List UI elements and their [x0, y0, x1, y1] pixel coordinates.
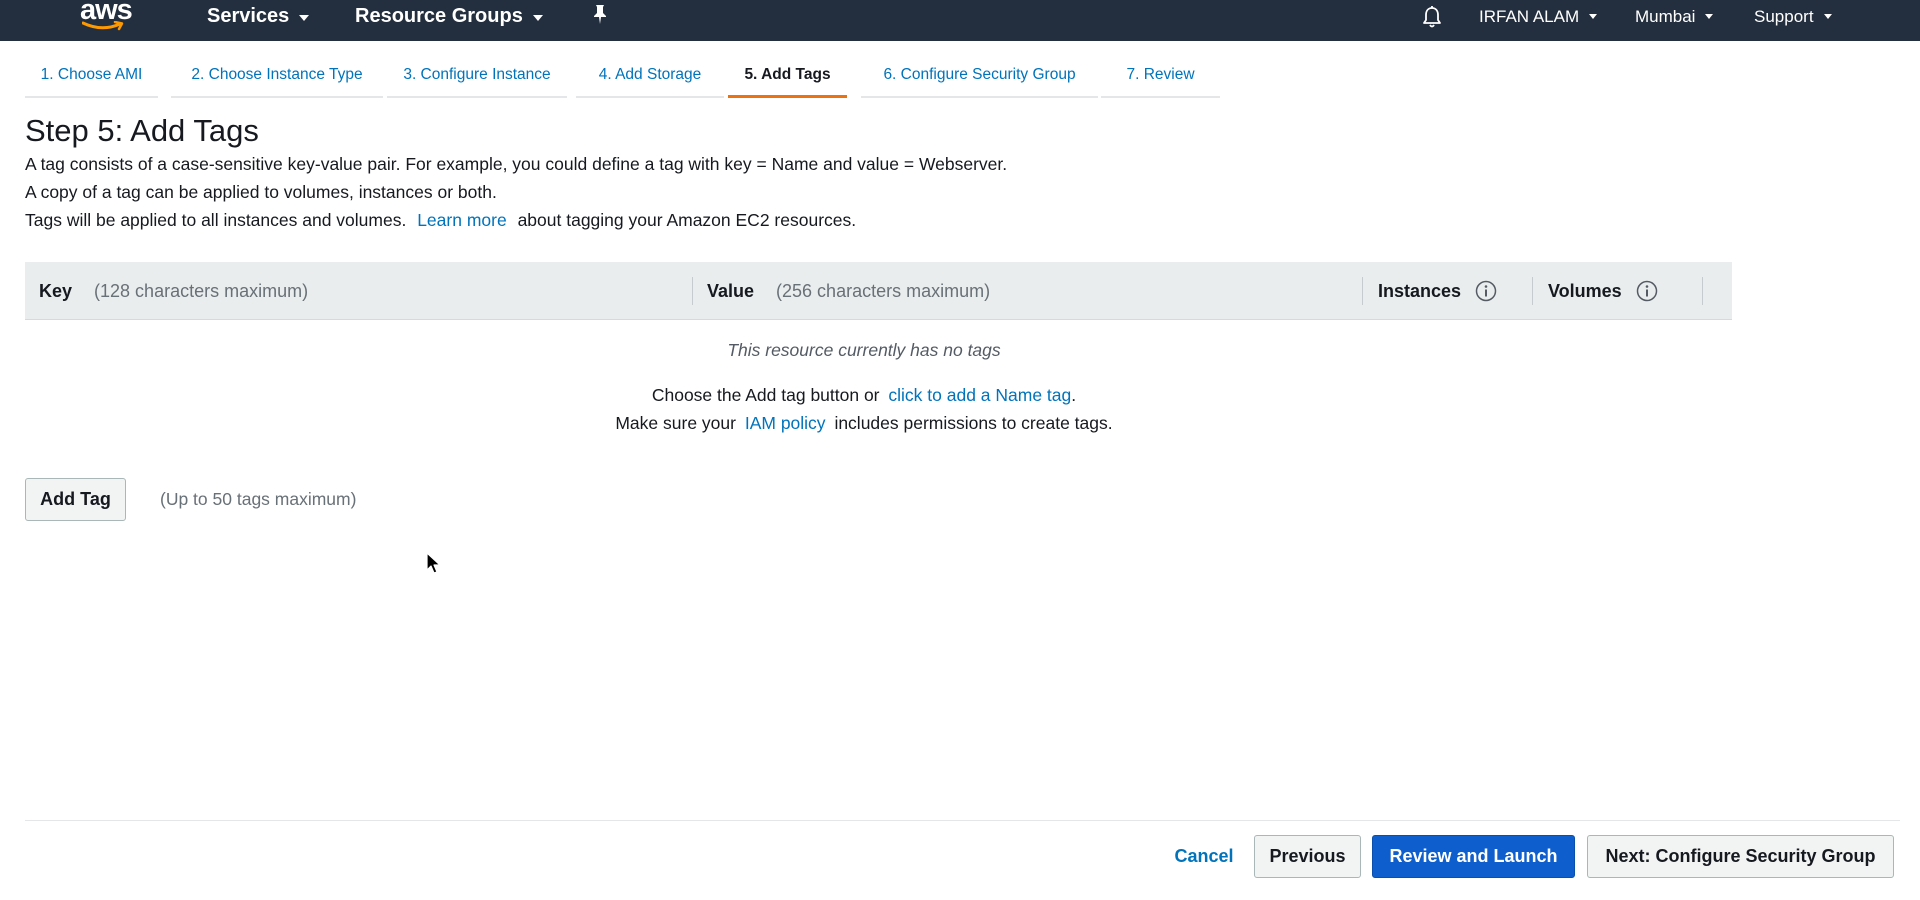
mouse-cursor-icon: [426, 552, 441, 574]
tab-add-storage[interactable]: 4. Add Storage: [576, 60, 724, 98]
iam-hint: Make sure your IAM policy includes permi…: [0, 413, 1728, 434]
chevron-down-icon: [1705, 14, 1714, 19]
chevron-down-icon: [299, 14, 310, 21]
tags-table-header: Key (128 characters maximum) Value (256 …: [25, 262, 1732, 320]
column-divider: [1532, 277, 1533, 305]
smile-arrow-icon: [82, 21, 124, 31]
add-name-tag-link[interactable]: click to add a Name tag: [888, 385, 1071, 405]
top-navigation-bar: aws Services Resource Groups IRFAN ALAM …: [0, 0, 1920, 41]
support-label: Support: [1754, 6, 1814, 26]
volumes-column-header: Volumes: [1548, 262, 1658, 320]
previous-button[interactable]: Previous: [1254, 835, 1361, 878]
add-tag-hint: Choose the Add tag button or click to ad…: [0, 385, 1728, 406]
iam-hint-suffix: includes permissions to create tags.: [834, 413, 1113, 433]
tab-configure-security-group[interactable]: 6. Configure Security Group: [861, 60, 1098, 98]
tag-limit-note: (Up to 50 tags maximum): [160, 489, 357, 509]
page-title: Step 5: Add Tags: [25, 113, 259, 148]
intro-text-3: Tags will be applied to all instances an…: [25, 210, 856, 231]
region-menu[interactable]: Mumbai: [1635, 0, 1714, 33]
support-menu[interactable]: Support: [1754, 0, 1832, 33]
region-label: Mumbai: [1635, 6, 1696, 26]
value-column-title: Value: [707, 280, 755, 301]
instances-column-header: Instances: [1378, 262, 1497, 320]
tab-add-tags[interactable]: 5. Add Tags: [728, 60, 847, 98]
volumes-column-title: Volumes: [1548, 280, 1622, 301]
tab-choose-ami[interactable]: 1. Choose AMI: [25, 60, 158, 98]
iam-hint-prefix: Make sure your: [615, 413, 736, 433]
user-menu[interactable]: IRFAN ALAM: [1479, 0, 1598, 33]
tab-review[interactable]: 7. Review: [1101, 60, 1220, 98]
intro-text-3-prefix: Tags will be applied to all instances an…: [25, 210, 407, 230]
column-divider: [1362, 277, 1363, 305]
learn-more-link[interactable]: Learn more: [417, 210, 507, 230]
next-configure-security-group-button[interactable]: Next: Configure Security Group: [1587, 835, 1894, 878]
key-column-title: Key: [39, 280, 73, 301]
cancel-button[interactable]: Cancel: [1160, 835, 1248, 878]
user-label: IRFAN ALAM: [1479, 6, 1580, 26]
info-icon[interactable]: [1475, 280, 1497, 302]
add-tag-hint-prefix: Choose the Add tag button or: [651, 385, 880, 405]
chevron-down-icon: [532, 14, 543, 21]
add-tag-hint-suffix: .: [1071, 385, 1077, 405]
chevron-down-icon: [1823, 14, 1832, 19]
intro-text-1: A tag consists of a case-sensitive key-v…: [25, 154, 1008, 174]
instances-column-title: Instances: [1378, 280, 1462, 301]
footer-divider: [25, 820, 1900, 821]
chevron-down-icon: [1589, 14, 1598, 19]
bell-icon[interactable]: [1420, 5, 1444, 29]
key-column-header: Key (128 characters maximum): [39, 262, 308, 320]
value-column-header: Value (256 characters maximum): [707, 262, 990, 320]
resource-groups-label: Resource Groups: [355, 5, 523, 27]
aws-logo[interactable]: aws: [80, 0, 136, 34]
info-icon[interactable]: [1636, 280, 1658, 302]
tab-configure-instance[interactable]: 3. Configure Instance: [387, 60, 567, 98]
column-divider: [692, 277, 693, 305]
services-label: Services: [207, 5, 290, 27]
empty-tags-message: This resource currently has no tags: [727, 340, 1001, 360]
intro-text-2: A copy of a tag can be applied to volume…: [25, 182, 497, 202]
value-column-hint: (256 characters maximum): [776, 280, 991, 301]
pin-icon[interactable]: [590, 3, 610, 27]
review-and-launch-button[interactable]: Review and Launch: [1372, 835, 1575, 878]
iam-policy-link[interactable]: IAM policy: [745, 413, 826, 433]
intro-text-3-suffix: about tagging your Amazon EC2 resources.: [517, 210, 857, 230]
tab-choose-instance-type[interactable]: 2. Choose Instance Type: [171, 60, 383, 98]
services-menu[interactable]: Services: [207, 0, 310, 33]
resource-groups-menu[interactable]: Resource Groups: [355, 0, 543, 33]
add-tag-button[interactable]: Add Tag: [25, 478, 126, 521]
column-divider: [1702, 277, 1703, 305]
tags-table: Key (128 characters maximum) Value (256 …: [25, 262, 1732, 320]
key-column-hint: (128 characters maximum): [94, 280, 309, 301]
